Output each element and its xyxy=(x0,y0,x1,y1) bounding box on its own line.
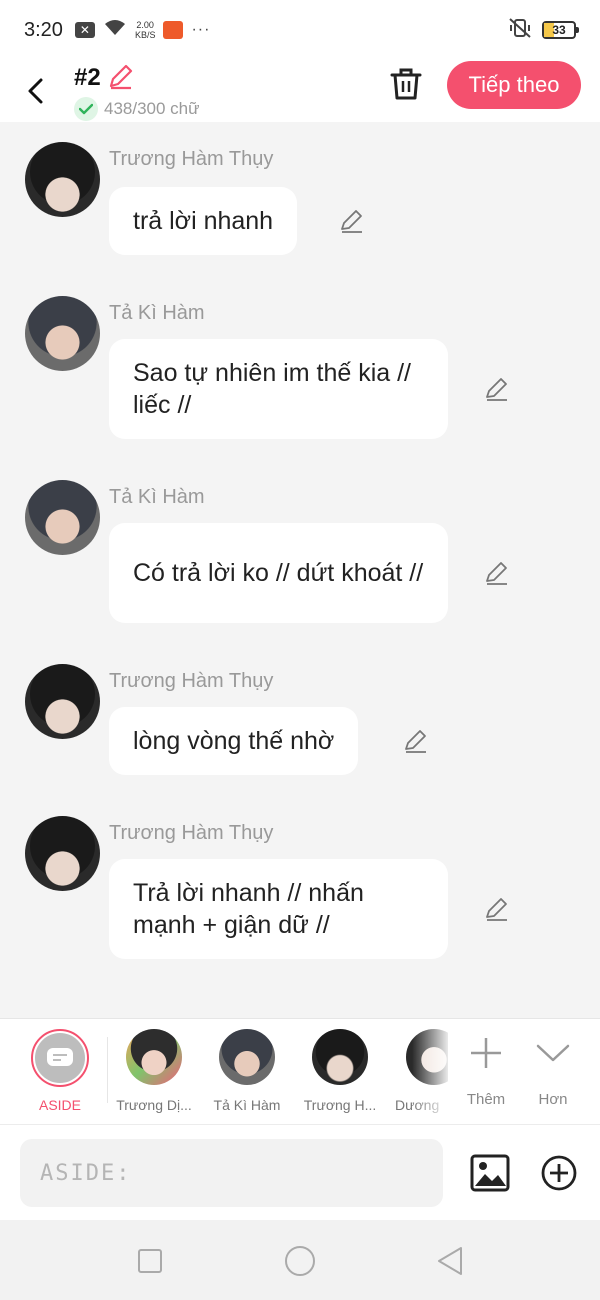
pencil-icon xyxy=(486,378,507,401)
scroll-fade xyxy=(412,1019,452,1123)
sender-name: Trương Hàm Thụy xyxy=(109,822,274,844)
character-label: ASIDE xyxy=(38,1097,81,1113)
character-item[interactable]: Trương H... xyxy=(295,1029,385,1113)
image-icon xyxy=(470,1154,510,1192)
editor-header: #2 438/300 chữ Tiếp theo xyxy=(0,60,600,122)
pencil-icon xyxy=(486,898,507,921)
edit-title-icon[interactable] xyxy=(107,62,135,95)
circle-icon xyxy=(285,1246,315,1276)
message-text: Trả lời nhanh // nhấn mạnh + giận dữ // xyxy=(133,879,364,939)
edit-message-button[interactable] xyxy=(338,207,366,235)
character-selector: ASIDE Trương Dị... Tả Kì Hàm Trương H...… xyxy=(0,1018,600,1124)
message-bubble[interactable]: Trả lời nhanh // nhấn mạnh + giận dữ // xyxy=(109,859,448,959)
network-speed: 2.00 KB/S xyxy=(134,20,156,40)
chevron-left-icon xyxy=(28,78,43,104)
character-label: Tả Kì Hàm xyxy=(213,1097,281,1113)
page-title: #2 xyxy=(74,64,101,91)
message-text: Có trả lời ko // dứt khoát // xyxy=(133,559,424,587)
avatar[interactable] xyxy=(25,816,100,891)
message-bubble[interactable]: trả lời nhanh xyxy=(109,187,298,255)
edit-message-button[interactable] xyxy=(483,559,511,587)
recents-button[interactable] xyxy=(134,1245,166,1277)
edit-message-button[interactable] xyxy=(402,727,430,755)
sender-name: Tả Kì Hàm xyxy=(109,302,205,324)
avatar[interactable] xyxy=(25,296,100,371)
wifi-icon xyxy=(103,19,127,42)
triangle-back-icon xyxy=(438,1247,462,1275)
more-notifications-icon: ··· xyxy=(191,21,211,38)
system-navigation-bar xyxy=(0,1220,600,1300)
message-bubble[interactable]: Sao tự nhiên im thế kia // liếc // xyxy=(109,339,448,439)
home-button[interactable] xyxy=(284,1245,316,1277)
message-input[interactable] xyxy=(20,1139,443,1207)
pencil-icon xyxy=(405,730,426,753)
insert-image-button[interactable] xyxy=(470,1153,510,1193)
more-characters-button[interactable]: Hơn xyxy=(523,1031,583,1108)
word-count: 438/300 chữ xyxy=(104,98,200,118)
shop-app-icon xyxy=(163,21,184,39)
plus-icon xyxy=(471,1038,501,1068)
notification-icon: ✕ xyxy=(74,22,95,38)
edit-message-button[interactable] xyxy=(483,895,511,923)
avatar xyxy=(126,1029,182,1085)
composer-bar xyxy=(0,1124,600,1220)
battery-indicator: 33 xyxy=(542,21,579,39)
pencil-icon xyxy=(486,562,507,585)
next-button[interactable]: Tiếp theo xyxy=(447,61,581,109)
more-options-button[interactable] xyxy=(540,1154,578,1192)
edit-message-button[interactable] xyxy=(483,375,511,403)
avatar[interactable] xyxy=(25,480,100,555)
avatar xyxy=(312,1029,368,1085)
message-bubble[interactable]: Có trả lời ko // dứt khoát // xyxy=(109,523,448,623)
trash-icon xyxy=(390,68,422,100)
sender-name: Trương Hàm Thụy xyxy=(109,670,274,692)
divider xyxy=(107,1037,108,1103)
character-aside[interactable]: ASIDE xyxy=(15,1029,105,1113)
message-text: lòng vòng thế nhờ xyxy=(133,727,335,755)
character-item[interactable]: Tả Kì Hàm xyxy=(202,1029,292,1113)
avatar[interactable] xyxy=(25,664,100,739)
sender-name: Trương Hàm Thụy xyxy=(109,148,274,170)
back-nav-button[interactable] xyxy=(434,1245,466,1277)
character-label: Trương Dị... xyxy=(116,1097,192,1113)
character-label: Trương H... xyxy=(303,1097,377,1113)
square-icon xyxy=(138,1249,162,1273)
more-label: Hơn xyxy=(538,1091,568,1108)
message-text: trả lời nhanh xyxy=(133,207,274,235)
delete-button[interactable] xyxy=(386,64,426,104)
message-list[interactable]: Trương Hàm Thụy trả lời nhanh Tả Kì Hàm … xyxy=(0,122,600,1018)
status-bar: 3:20 ✕ 2.00 KB/S ··· 33 xyxy=(0,0,600,60)
character-item[interactable]: Trương Dị... xyxy=(109,1029,199,1113)
add-label: Thêm xyxy=(466,1091,506,1108)
plus-circle-icon xyxy=(541,1155,577,1191)
message-bubble[interactable]: lòng vòng thế nhờ xyxy=(109,707,359,775)
avatar[interactable] xyxy=(25,142,100,217)
status-time: 3:20 xyxy=(24,18,63,41)
pencil-icon xyxy=(341,210,362,233)
message-text: Sao tự nhiên im thế kia // liếc // xyxy=(133,359,411,419)
back-button[interactable] xyxy=(0,60,72,122)
sender-name: Tả Kì Hàm xyxy=(109,486,205,508)
add-character-button[interactable]: Thêm xyxy=(456,1031,516,1108)
vibrate-mute-icon xyxy=(508,17,532,44)
speech-bubble-icon xyxy=(47,1048,73,1066)
check-icon xyxy=(74,96,98,121)
chevron-down-icon xyxy=(536,1044,570,1062)
avatar xyxy=(219,1029,275,1085)
